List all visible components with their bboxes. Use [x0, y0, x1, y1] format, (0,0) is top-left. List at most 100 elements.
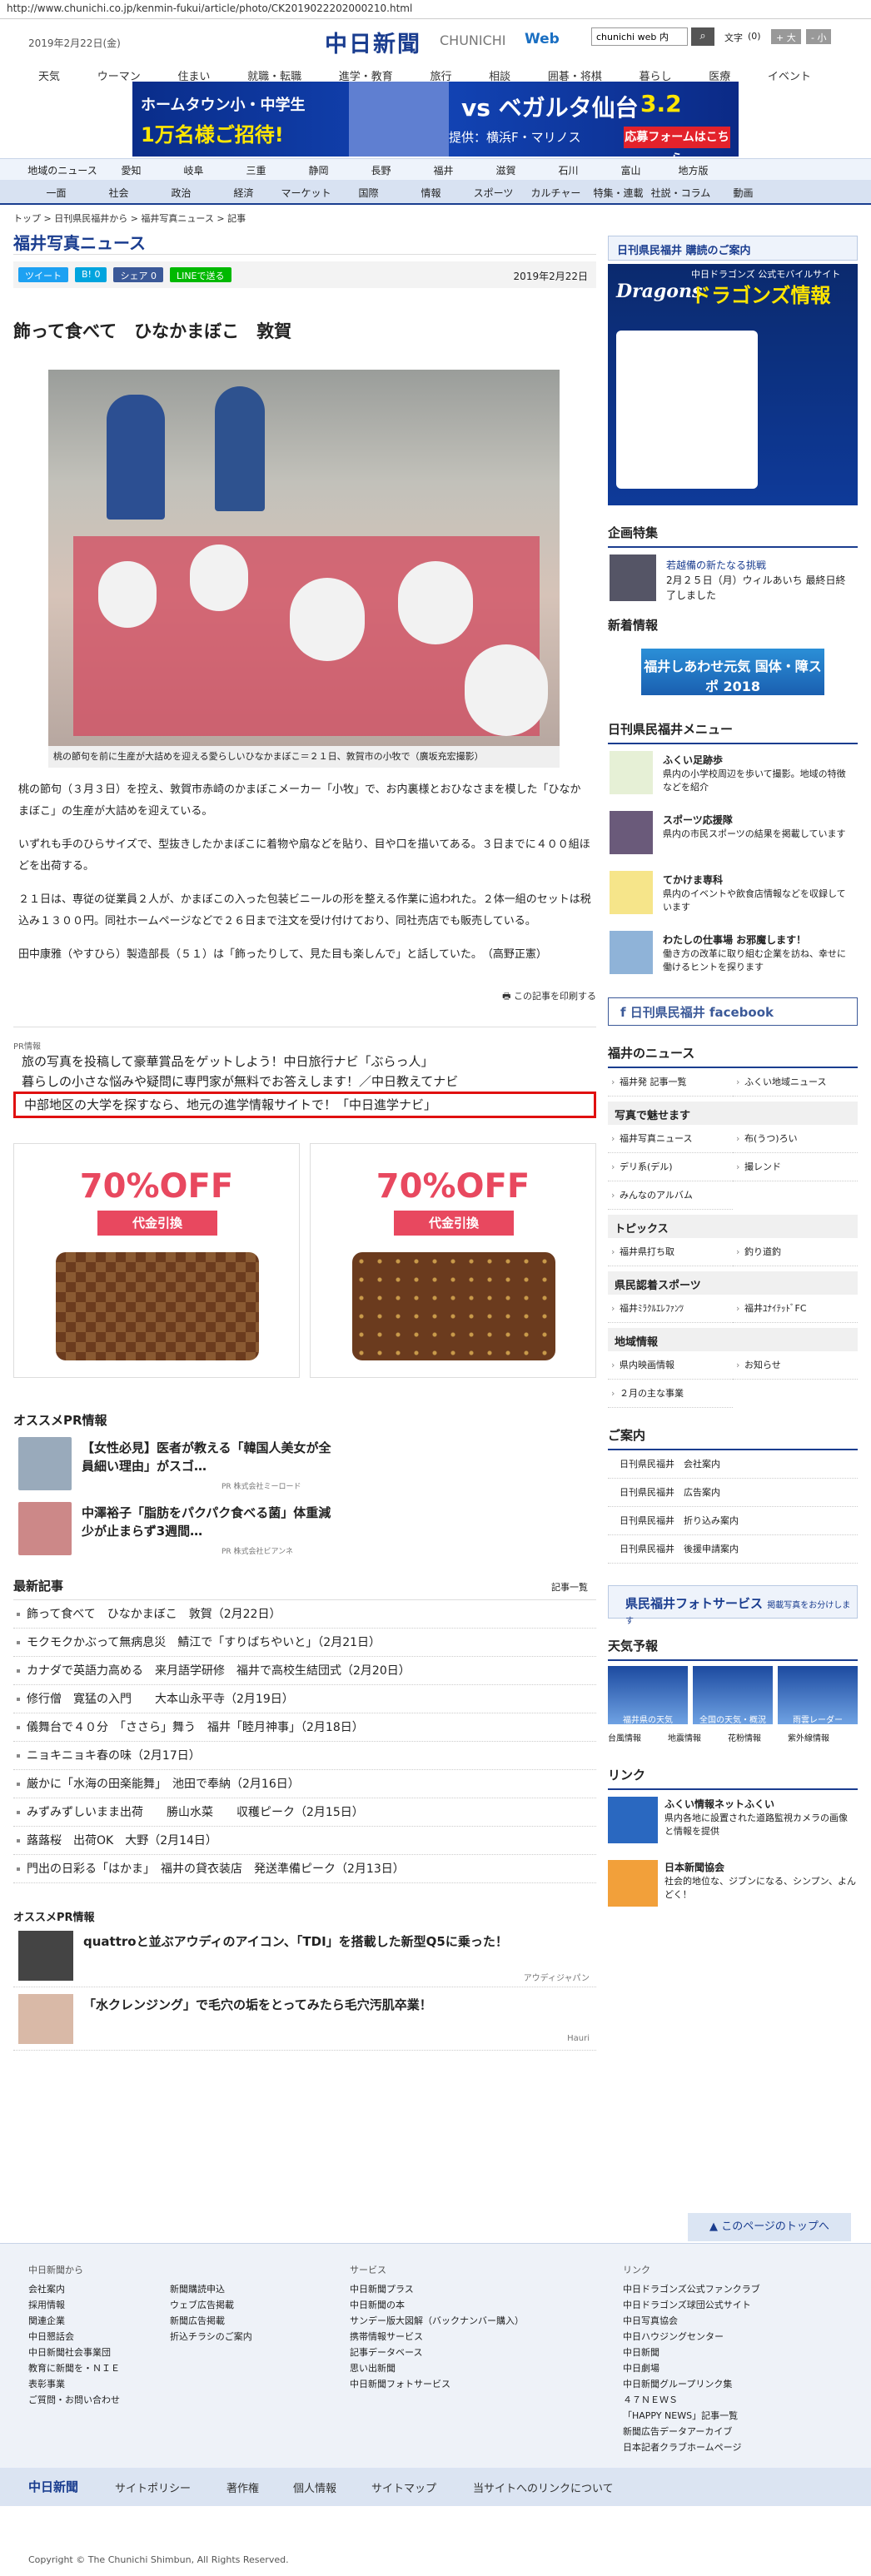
search-input[interactable] [591, 27, 688, 46]
kikaku-item[interactable]: 若越備の新たなる挑戦 2月２５日（月）ウィルあいち 最終日終了しました [608, 548, 858, 614]
footer-logo[interactable]: 中日新聞 [28, 2478, 78, 2495]
guide-link[interactable]: 日刊県民福井 後援申請案内 [608, 1535, 858, 1564]
footer-link[interactable]: 思い出新聞 [350, 2360, 524, 2376]
tweet-button[interactable]: ツイート [18, 267, 68, 282]
footer-link[interactable]: 新聞広告データアーカイブ [623, 2424, 760, 2439]
weather-link[interactable]: 台風情報 [608, 1731, 668, 1748]
latest-item[interactable]: 厳かに「水海の田楽能舞」 池田で奉納（2月16日） [13, 1770, 596, 1798]
osusume-headline[interactable]: 【女性必見】医者が教える「韓国人美女が全員細い理由」がスゴ… [82, 1439, 331, 1475]
footer-link[interactable]: 教育に新聞を・ＮＩＥ [28, 2360, 120, 2376]
link-item[interactable]: ふくい情報ネットふくい 県内各地に設置された道路監視カメラの画像と情報を提供 [608, 1795, 858, 1853]
news-link[interactable]: 福井発 記事一覧 [608, 1068, 733, 1097]
weather-tile-radar[interactable]: 雨雲レーダー [778, 1666, 858, 1725]
search-icon[interactable]: ⌕ [691, 27, 714, 46]
link-item[interactable]: 日本新聞協会 社会的地位な、ジブンになる、シンプン、よんどく！ [608, 1858, 858, 1917]
osusume-item[interactable]: 中澤裕子「脂肪をパクパク食べる菌」体重減少が止まらず3週間… PR 株式会社ビア… [13, 1497, 596, 1559]
menu-item-title[interactable]: てかけま専科 [663, 873, 723, 887]
guide-link[interactable]: 日刊県民福井 会社案内 [608, 1450, 858, 1479]
footer-link[interactable]: 採用情報 [28, 2297, 120, 2313]
page-top-button[interactable]: ▲ このページのトップへ [688, 2213, 851, 2241]
sports-link[interactable]: 福井ﾕﾅｲﾃｯﾄﾞFC [733, 1295, 858, 1323]
footer-link[interactable]: 中日ハウジングセンター [623, 2329, 760, 2345]
footer-bar-link[interactable]: 当サイトへのリンクについて [473, 2479, 614, 2495]
footer-link[interactable]: ４７ＮＥＷＳ [623, 2392, 760, 2408]
footer-link[interactable]: 折込チラシのご案内 [170, 2329, 252, 2345]
weather-link[interactable]: 花粉情報 [728, 1731, 788, 1748]
latest-item[interactable]: ニョキニョキ春の味（2月17日） [13, 1742, 596, 1770]
weather-tile-national[interactable]: 全国の天気・概況 [693, 1666, 773, 1725]
footer-bar-link[interactable]: サイトポリシー [115, 2479, 191, 2495]
footer-link[interactable]: ウェブ広告掲載 [170, 2297, 252, 2313]
kikaku-link[interactable]: 若越備の新たなる挑戦 [666, 558, 766, 572]
menu-item[interactable]: ふくい足跡歩 県内の小学校周辺を歩いて撮影。地域の特徴などを紹介 [608, 749, 858, 804]
photo-link[interactable]: デリ系(デル) [608, 1153, 733, 1181]
local-link[interactable]: 県内映画情報 [608, 1351, 733, 1380]
latest-item[interactable]: カナダで英語力高める 来月語学研修 福井で高校生結団式（2月20日） [13, 1657, 596, 1685]
category-nav-item[interactable]: 社会 [87, 180, 150, 203]
latest-item[interactable]: モクモクかぶって無病息災 鯖江で「すりばちやいと」（2月21日） [13, 1629, 596, 1657]
osusume2-item[interactable]: quattroと並ぶアウディのアイコン、「TDI」を搭載した新型Q5に乗った！ … [13, 1924, 596, 1987]
category-nav-item[interactable]: 特集・連載 [587, 180, 650, 203]
weather-tile-fukui[interactable]: 福井県の天気 [608, 1666, 688, 1725]
local-link[interactable]: ２月の主な事業 [608, 1380, 733, 1408]
footer-bar-link[interactable]: サイトマップ [371, 2479, 436, 2495]
ad-wallet-1[interactable]: 70%OFF 代金引換 [13, 1143, 300, 1378]
footer-link[interactable]: 記事データベース [350, 2345, 524, 2360]
osusume2-headline[interactable]: 「水クレンジング」で毛穴の垢をとってみたら毛穴汚肌卒業！ [83, 1996, 432, 2013]
region-nav-item[interactable]: 岐阜 [162, 159, 225, 180]
latest-item[interactable]: 修行僧 寛猛の入門 大本山永平寺（2月19日） [13, 1685, 596, 1713]
pr-link[interactable]: 暮らしの小さな悩みや疑問に専門家が無料でお答えします！／中日教えてナビ [13, 1072, 596, 1092]
hatena-button[interactable]: B! 0 [75, 267, 107, 282]
footer-link[interactable]: 会社案内 [28, 2281, 120, 2297]
pr-link[interactable]: 旅の写真を投稿して豪華賞品をゲットしよう！中日旅行ナビ「ぶらっ人」 [13, 1052, 596, 1072]
latest-item[interactable]: 儀舞台で４０分 「ささら」舞う 福井「睦月神事」（2月18日） [13, 1713, 596, 1742]
link-item-title[interactable]: 日本新聞協会 [664, 1860, 724, 1874]
pr-link-highlighted[interactable]: 中部地区の大学を探すなら、地元の進学情報サイトで！「中日進学ナビ」 [13, 1092, 596, 1118]
photo-service-banner[interactable]: 県民福井フォトサービス 掲載写真をお分けします [608, 1585, 858, 1626]
footer-link[interactable]: 中日新聞社会事業団 [28, 2345, 120, 2360]
footer-link[interactable]: 携帯情報サービス [350, 2329, 524, 2345]
footer-link[interactable]: サンデー版大図解（バックナンバー購入） [350, 2313, 524, 2329]
footer-link[interactable]: 関連企業 [28, 2313, 120, 2329]
ad-banner[interactable]: ホームタウン小・中学生 1万名様ご招待! vs ベガルタ仙台 3.2 提供：横浜… [132, 82, 739, 157]
ad-wallet-2[interactable]: 70%OFF 代金引換 [310, 1143, 596, 1378]
address-bar[interactable]: http://www.chunichi.co.jp/kenmin-fukui/a… [0, 0, 871, 18]
region-nav-item[interactable]: 石川 [537, 159, 600, 180]
region-nav-item[interactable]: 長野 [350, 159, 412, 180]
menu-item-title[interactable]: スポーツ応援隊 [663, 813, 733, 827]
category-nav-item[interactable]: 情報 [400, 180, 462, 203]
category-nav-item[interactable]: 動画 [712, 180, 774, 203]
footer-link[interactable]: 日本記者クラブホームページ [623, 2439, 760, 2455]
latest-item[interactable]: 蕗蕗桜 出荷OK 大野（2月14日） [13, 1827, 596, 1855]
category-nav-item[interactable]: 社説・コラム [650, 180, 712, 203]
print-link[interactable]: 🖶 この記事を印刷する [13, 989, 596, 1005]
topics-link[interactable]: 釣り道釣 [733, 1238, 858, 1266]
photo-link[interactable]: 布(うつ)ろい [733, 1125, 858, 1153]
print-label[interactable]: この記事を印刷する [514, 991, 596, 1002]
site-logo[interactable]: 中日新聞 [325, 26, 421, 58]
link-item-title[interactable]: ふくい情報ネットふくい [664, 1797, 774, 1811]
region-nav-item[interactable]: 滋賀 [475, 159, 537, 180]
osusume-item[interactable]: 【女性必見】医者が教える「韓国人美女が全員細い理由」がスゴ… PR 株式会社ミー… [13, 1432, 596, 1494]
footer-bar-link[interactable]: 個人情報 [293, 2479, 336, 2495]
footer-link[interactable]: 中日ドラゴンズ球団公式サイト [623, 2297, 760, 2313]
osusume2-item[interactable]: 「水クレンジング」で毛穴の垢をとってみたら毛穴汚肌卒業！ Hauri [13, 1987, 596, 2051]
region-nav-item[interactable]: 地方版 [662, 159, 724, 180]
region-nav-item[interactable]: 地域のニュース [25, 159, 100, 180]
photo-link[interactable]: 撮レンド [733, 1153, 858, 1181]
region-nav-item[interactable]: 三重 [225, 159, 287, 180]
osusume2-headline[interactable]: quattroと並ぶアウディのアイコン、「TDI」を搭載した新型Q5に乗った！ [83, 1932, 508, 1950]
weather-link[interactable]: 地震情報 [668, 1731, 728, 1748]
footer-link[interactable]: 中日新聞グループリンク集 [623, 2376, 760, 2392]
facebook-label[interactable]: 日刊県民福井 facebook [630, 1005, 774, 1020]
category-nav-item[interactable]: 一面 [25, 180, 87, 203]
category-nav-item[interactable]: スポーツ [462, 180, 525, 203]
sports-link[interactable]: 福井ﾐﾗｸﾙｴﾚﾌｧﾝﾂ [608, 1295, 733, 1323]
page-top-label[interactable]: このページのトップへ [721, 2220, 829, 2233]
facebook-link[interactable]: f 日刊県民福井 facebook [608, 997, 858, 1026]
photo-link[interactable]: みんなのアルバム [608, 1181, 733, 1210]
category-nav-item[interactable]: 国際 [337, 180, 400, 203]
topics-link[interactable]: 福井県打ち取 [608, 1238, 733, 1266]
fukui-genki-banner[interactable]: 福井しあわせ元気 国体・障スポ 2018 [641, 649, 824, 695]
text-size-up-button[interactable]: + 大 [771, 29, 801, 44]
